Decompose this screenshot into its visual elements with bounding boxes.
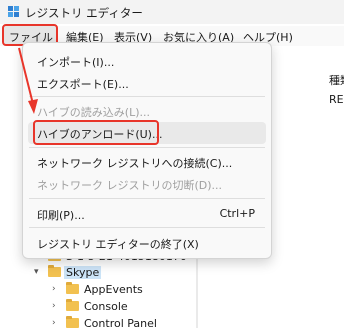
tree-row-appevents[interactable]: › AppEvents [44, 281, 196, 299]
chevron-down-icon[interactable]: ▾ [34, 267, 39, 277]
window-title: レジストリ エディター [25, 6, 143, 20]
menu-separator [29, 227, 265, 228]
folder-icon [66, 316, 79, 328]
menu-item-disconnect-network-registry: ネットワーク レジストリの切断(D)... [37, 179, 223, 192]
registry-editor-icon [8, 6, 19, 17]
title-bar: レジストリ エディター [0, 0, 344, 24]
menu-item-load-hive: ハイブの読み込み(L)... [37, 106, 150, 119]
menu-separator [29, 147, 265, 148]
unload-hive-highlight-box [33, 120, 159, 145]
tree-label-control-panel: Control Panel [84, 317, 157, 330]
menu-item-connect-network-registry[interactable]: ネットワーク レジストリへの接続(C)... [37, 155, 232, 171]
list-column-type[interactable]: 種類 [329, 72, 344, 88]
folder-icon [48, 265, 61, 277]
list-value-type: REG [329, 93, 344, 106]
folder-icon [66, 282, 79, 294]
menu-item-print[interactable]: 印刷(P)... [37, 207, 85, 223]
menu-separator [29, 198, 265, 199]
tree-row-skype[interactable]: ▾ Skype [28, 264, 196, 282]
chevron-right-icon[interactable]: › [52, 301, 56, 311]
tree-label-appevents: AppEvents [84, 283, 143, 296]
tree-row-console[interactable]: › Console [44, 298, 196, 316]
tree-label-skype: Skype [64, 266, 102, 279]
menu-separator [29, 96, 265, 97]
file-menu-dropdown: インポート(I)... エクスポート(E)... ハイブの読み込み(L)... … [22, 42, 272, 259]
menu-item-export[interactable]: エクスポート(E)... [37, 76, 129, 92]
chevron-right-icon[interactable]: › [52, 318, 56, 328]
print-shortcut: Ctrl+P [219, 207, 255, 220]
menu-item-exit[interactable]: レジストリ エディターの終了(X) [37, 236, 199, 252]
tree-row-control-panel[interactable]: › Control Panel [44, 315, 196, 333]
chevron-right-icon[interactable]: › [52, 284, 56, 294]
menu-item-import[interactable]: インポート(I)... [37, 54, 114, 70]
tree-label-console: Console [84, 300, 128, 313]
folder-icon [66, 299, 79, 311]
